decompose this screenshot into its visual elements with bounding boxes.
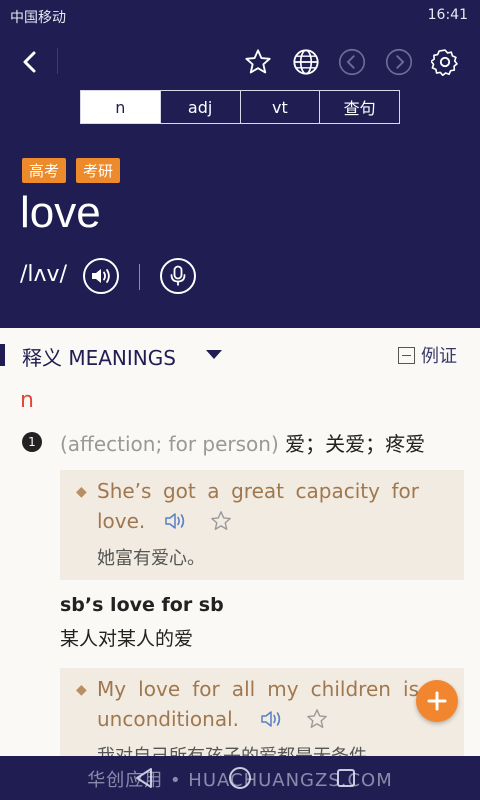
diamond-bullet-icon: ◆: [76, 682, 87, 698]
example-speaker-button[interactable]: [260, 709, 286, 733]
phrase: sb’s love for sb: [60, 594, 224, 616]
exam-tags: 高考 考研: [22, 158, 121, 183]
caret-down-icon[interactable]: [206, 350, 222, 359]
pos-tabs: n adj vt 查句: [80, 90, 400, 124]
example-speaker-button[interactable]: [164, 511, 190, 535]
example-sentence: ◆ She’s got a great capacity for love. 她…: [60, 470, 464, 580]
gear-icon: [431, 49, 458, 76]
pronunciation-row: /lʌv/: [20, 258, 220, 294]
example-translation: 我对自己所有孩子的爱都是无条件: [97, 742, 367, 756]
collapse-icon: [398, 346, 415, 364]
example-english-line: love.: [97, 509, 146, 533]
circle-chevron-right-icon: [385, 48, 413, 76]
tab-noun[interactable]: n: [81, 91, 161, 123]
add-button[interactable]: [416, 680, 458, 722]
tab-sentences[interactable]: 查句: [320, 91, 399, 123]
sense-translation: 爱；关爱；疼爱: [285, 432, 426, 456]
example-english-line: unconditional.: [97, 707, 239, 731]
chevron-left-icon: [23, 51, 36, 73]
example-favorite-button[interactable]: [210, 510, 232, 536]
tab-adjective[interactable]: adj: [161, 91, 241, 123]
section-marker: [0, 344, 5, 366]
microphone-icon: [170, 265, 186, 286]
system-navigation-bar: 华创应用 • HUACHUANGZS.COM: [0, 756, 480, 800]
sense-gloss: (affection; for person): [60, 432, 279, 456]
status-carrier: 中国移动: [10, 10, 66, 26]
meanings-panel: 释义 MEANINGS 例证 n 1 (affection; for perso…: [0, 328, 480, 756]
record-voice-button[interactable]: [160, 258, 196, 294]
circle-chevron-left-icon: [338, 48, 366, 76]
star-outline-icon: [211, 511, 231, 530]
speaker-icon: [261, 711, 281, 727]
word-header: 中国移动 16:41 n adj vt 查句 高考 考研 love /lʌv/: [0, 0, 480, 328]
example-english-line: My love for all my children is: [97, 677, 419, 701]
play-pronunciation-button[interactable]: [83, 258, 119, 294]
meanings-section-title[interactable]: 释义 MEANINGS: [22, 342, 176, 371]
tag-gaokao: 高考: [22, 158, 67, 183]
favorite-button[interactable]: [242, 46, 274, 78]
status-time: 16:41: [427, 7, 468, 23]
star-outline-icon: [307, 709, 327, 728]
next-word-button[interactable]: [383, 46, 415, 78]
sense-definition: (affection; for person) 爱；关爱；疼爱: [60, 428, 425, 457]
phrase-translation: 某人对某人的爱: [60, 628, 194, 650]
examples-toggle[interactable]: 例证: [398, 342, 457, 368]
tab-verb[interactable]: vt: [241, 91, 321, 123]
globe-icon: [293, 49, 319, 75]
back-button[interactable]: [14, 46, 46, 78]
tag-kaoyan: 考研: [76, 158, 121, 183]
examples-toggle-label: 例证: [421, 346, 457, 367]
headword: love: [20, 188, 101, 237]
web-search-button[interactable]: [290, 46, 322, 78]
toolbar-divider: [57, 48, 58, 74]
speaker-icon: [92, 269, 110, 283]
part-of-speech: n: [20, 388, 34, 413]
previous-word-button[interactable]: [336, 46, 368, 78]
example-english-line: She’s got a great capacity for: [97, 479, 419, 503]
settings-button[interactable]: [429, 46, 461, 78]
watermark-text: 华创应用 • HUACHUANGZS.COM: [87, 770, 393, 791]
example-translation: 她富有爱心。: [97, 548, 205, 569]
example-sentence: ◆ My love for all my children is uncondi…: [60, 668, 464, 756]
plus-icon: [427, 691, 447, 711]
status-bar: 中国移动 16:41: [0, 0, 480, 32]
star-outline-icon: [245, 49, 271, 74]
speaker-icon: [165, 513, 185, 529]
pronunciation-divider: [139, 264, 140, 290]
sense-number: 1: [22, 432, 42, 452]
diamond-bullet-icon: ◆: [76, 484, 87, 500]
phonetic: /lʌv/: [20, 262, 67, 287]
example-favorite-button[interactable]: [306, 708, 328, 734]
toolbar: [0, 40, 480, 84]
